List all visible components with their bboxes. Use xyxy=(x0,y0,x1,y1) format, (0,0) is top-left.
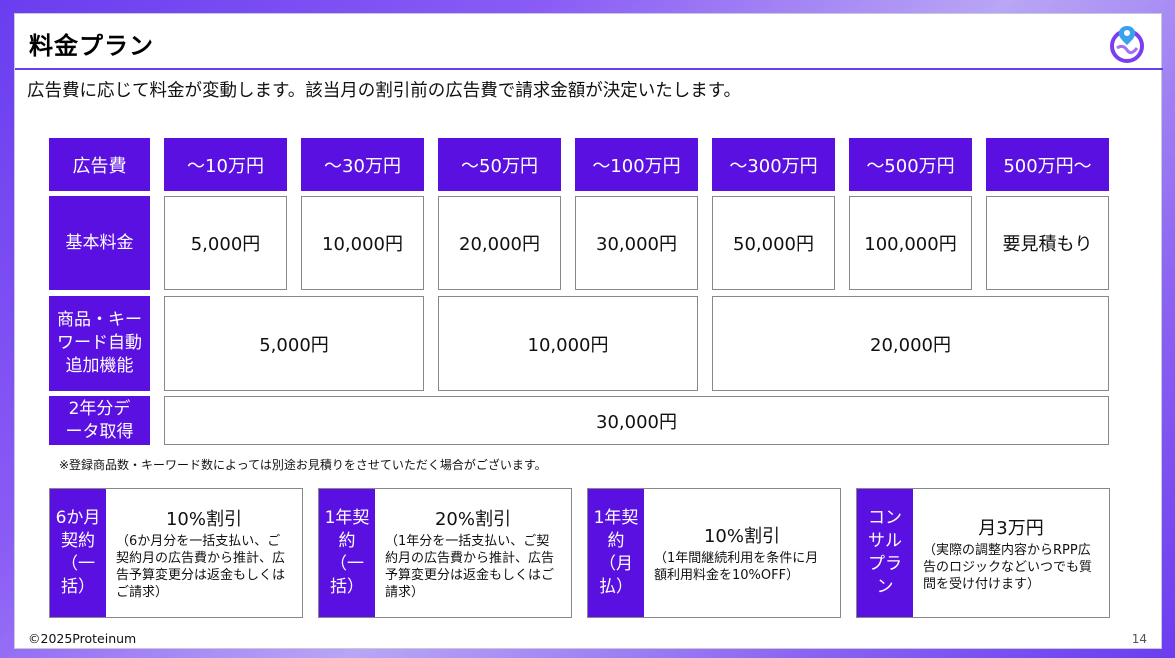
discount-plan-label: 1年契約（一括） xyxy=(319,489,375,617)
row-label-data: 2年分データ取得 xyxy=(49,396,150,445)
table-header-tier: ～50万円 xyxy=(438,138,561,191)
table-header-tier: ～300万円 xyxy=(712,138,835,191)
table-cell: 要見積もり xyxy=(986,196,1109,290)
discount-plan-amount: 月3万円 xyxy=(978,517,1044,539)
discount-plan-card: 1年契約（月払） 10%割引 （1年間継続利用を条件に月額利用料金を10%OFF） xyxy=(587,488,841,618)
discount-plan-description: （6か月分を一括支払い、ご契約月の広告費から推計、広告予算変更分は返金もしくはご… xyxy=(116,534,286,600)
discount-plan-label: 6か月契約（一括） xyxy=(50,489,106,617)
page-title: 料金プラン xyxy=(29,32,154,60)
table-cell-merged: 5,000円 xyxy=(164,296,424,391)
discount-plan-label: コンサルプラン xyxy=(857,489,913,617)
table-cell-merged: 20,000円 xyxy=(712,296,1109,391)
discount-plan-description: （1年分を一括支払い、ご契約月の広告費から推計、広告予算変更分は返金もしくはご請… xyxy=(385,534,555,600)
discount-plan-body: 月3万円 （実際の調整内容からRPP広告のロジックなどいつでも質問を受け付けます） xyxy=(913,489,1109,617)
discount-plan-amount: 10%割引 xyxy=(703,526,780,547)
discount-plan-description: （実際の調整内容からRPP広告のロジックなどいつでも質問を受け付けます） xyxy=(923,542,1093,592)
subtitle: 広告費に応じて料金が変動します。該当月の割引前の広告費で請求金額が決定いたします… xyxy=(27,81,741,101)
discount-plan-amount: 10%割引 xyxy=(165,509,242,530)
table-cell-merged: 10,000円 xyxy=(438,296,698,391)
discount-plan-card: コンサルプラン 月3万円 （実際の調整内容からRPP広告のロジックなどいつでも質問を… xyxy=(856,488,1110,618)
row-label-auto: 商品・キーワード自動追加機能 xyxy=(49,296,150,391)
slide: 料金プラン 広告費に応じて料金が変動します。該当月の割引前の広告費で請求金額が決… xyxy=(14,13,1163,649)
table-header-tier: ～10万円 xyxy=(164,138,287,191)
row-label-basic: 基本料金 xyxy=(49,196,150,290)
map-pin-logo-icon xyxy=(1110,26,1144,63)
discount-plan-body: 20%割引 （1年分を一括支払い、ご契約月の広告費から推計、広告予算変更分は返金も… xyxy=(375,489,571,617)
discount-plan-card: 6か月契約（一括） 10%割引 （6か月分を一括支払い、ご契約月の広告費から推計、広… xyxy=(49,488,303,618)
discount-plan-label: 1年契約（月払） xyxy=(588,489,644,617)
table-header-tier: 500万円～ xyxy=(986,138,1109,191)
page-number: 14 xyxy=(1131,632,1147,646)
title-divider xyxy=(15,68,1163,70)
table-header-tier: ～30万円 xyxy=(301,138,424,191)
table-cell: 100,000円 xyxy=(849,196,972,290)
table-header-tier: ～100万円 xyxy=(575,138,698,191)
footnote: ※登録商品数・キーワード数によっては別途お見積りをさせていただく場合がございます… xyxy=(59,458,547,472)
table-cell: 50,000円 xyxy=(712,196,835,290)
table-cell-merged: 30,000円 xyxy=(164,396,1109,445)
table-cell: 20,000円 xyxy=(438,196,561,290)
table-cell: 10,000円 xyxy=(301,196,424,290)
table-header-tier: ～500万円 xyxy=(849,138,972,191)
discount-plan-body: 10%割引 （1年間継続利用を条件に月額利用料金を10%OFF） xyxy=(644,489,840,617)
discount-plan-description: （1年間継続利用を条件に月額利用料金を10%OFF） xyxy=(654,551,819,583)
table-header-label: 広告費 xyxy=(49,138,150,191)
copyright: ©2025Proteinum xyxy=(28,631,137,646)
discount-plan-card: 1年契約（一括） 20%割引 （1年分を一括支払い、ご契約月の広告費から推計、広告予… xyxy=(318,488,572,618)
table-cell: 5,000円 xyxy=(164,196,287,290)
discount-plan-amount: 20%割引 xyxy=(434,509,511,530)
table-cell: 30,000円 xyxy=(575,196,698,290)
discount-plan-body: 10%割引 （6か月分を一括支払い、ご契約月の広告費から推計、広告予算変更分は返金… xyxy=(106,489,302,617)
